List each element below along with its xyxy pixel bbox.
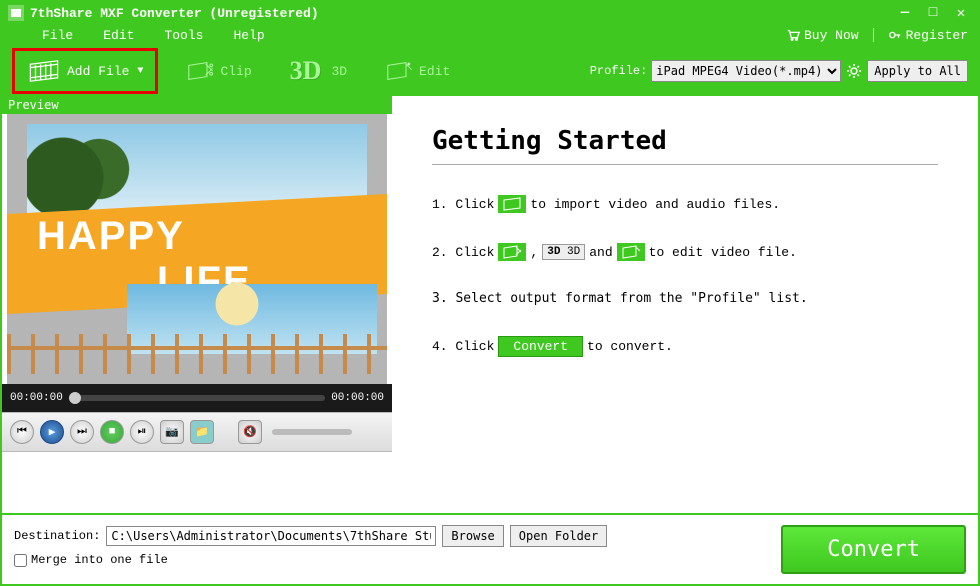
profile-label: Profile: xyxy=(590,64,648,78)
convert-button[interactable]: Convert xyxy=(781,525,966,574)
edit-label: Edit xyxy=(419,64,450,79)
merge-label: Merge into one file xyxy=(31,553,168,567)
apply-to-all-button[interactable]: Apply to All xyxy=(867,60,968,82)
buy-now-link[interactable]: Buy Now xyxy=(786,28,859,43)
mini-3d-icon: 3D 3D xyxy=(542,244,585,260)
toolbar: Add File ▼ Clip 3D 3D Edit Profile: iPad… xyxy=(2,46,978,96)
getting-started-title: Getting Started xyxy=(432,126,938,165)
clip-label: Clip xyxy=(220,64,251,79)
mute-button[interactable]: 🔇 xyxy=(238,420,262,444)
menubar: File Edit Tools Help Buy Now Register xyxy=(2,24,978,46)
player-controls: ⏮ ▶ ⏭ ■ ⏯ 📷 📁 🔇 xyxy=(2,412,392,452)
clip-button[interactable]: Clip xyxy=(176,53,261,89)
film-icon xyxy=(27,59,61,83)
titlebar: 7thShare MXF Converter (Unregistered) — … xyxy=(2,2,978,24)
window-title: 7thShare MXF Converter (Unregistered) xyxy=(30,6,319,21)
play-button[interactable]: ▶ xyxy=(40,420,64,444)
3d-icon: 3D xyxy=(290,56,322,86)
3d-label: 3D xyxy=(331,64,347,79)
minimize-button[interactable]: — xyxy=(894,5,916,21)
gs-step-2: 2. Click , 3D 3D and to edit video file. xyxy=(432,243,938,261)
gs-step-4: 4. Click Convert to convert. xyxy=(432,336,938,357)
menu-help[interactable]: Help xyxy=(233,28,264,43)
getting-started-panel: Getting Started 1. Click to import video… xyxy=(392,96,978,513)
edit-button[interactable]: Edit xyxy=(375,53,460,89)
separator xyxy=(873,28,874,42)
mini-edit-icon xyxy=(617,243,645,261)
wand-icon xyxy=(385,59,413,83)
menu-file[interactable]: File xyxy=(42,28,73,43)
close-button[interactable]: ✕ xyxy=(950,5,972,21)
dropdown-icon: ▼ xyxy=(137,66,143,77)
timeline: 00:00:00 00:00:00 xyxy=(2,384,392,412)
cart-icon xyxy=(786,28,800,42)
scissors-icon xyxy=(186,59,214,83)
time-end: 00:00:00 xyxy=(331,392,384,404)
volume-slider[interactable] xyxy=(272,429,352,435)
menu-edit[interactable]: Edit xyxy=(103,28,134,43)
prev-button[interactable]: ⏮ xyxy=(10,420,34,444)
time-start: 00:00:00 xyxy=(10,392,63,404)
key-icon xyxy=(888,28,902,42)
app-window: 7thShare MXF Converter (Unregistered) — … xyxy=(0,0,980,586)
mini-film-icon xyxy=(498,195,526,213)
menu-tools[interactable]: Tools xyxy=(164,28,203,43)
profile-select[interactable]: iPad MPEG4 Video(*.mp4) xyxy=(651,60,841,82)
next-button[interactable]: ⏭ xyxy=(70,420,94,444)
destination-label: Destination: xyxy=(14,529,100,543)
folder-button[interactable]: 📁 xyxy=(190,420,214,444)
gs-step-1: 1. Click to import video and audio files… xyxy=(432,195,938,213)
mini-convert-button: Convert xyxy=(498,336,583,357)
mini-clip-icon xyxy=(498,243,526,261)
step-button[interactable]: ⏯ xyxy=(130,420,154,444)
3d-button[interactable]: 3D 3D xyxy=(280,50,357,92)
preview-column: Preview HAPPY LIFE 00:00:00 00:00:00 ⏮ ▶… xyxy=(2,96,392,513)
app-icon xyxy=(8,5,24,21)
browse-button[interactable]: Browse xyxy=(442,525,503,547)
preview-image: HAPPY LIFE xyxy=(7,114,387,384)
register-label: Register xyxy=(906,28,968,43)
preview-text-happy: HAPPY xyxy=(37,214,185,259)
open-folder-button[interactable]: Open Folder xyxy=(510,525,607,547)
preview-label: Preview xyxy=(2,96,392,114)
snapshot-button[interactable]: 📷 xyxy=(160,420,184,444)
add-file-label: Add File xyxy=(67,64,129,79)
stop-button[interactable]: ■ xyxy=(100,420,124,444)
bottom-bar: Destination: Browse Open Folder Merge in… xyxy=(2,513,978,584)
register-link[interactable]: Register xyxy=(888,28,968,43)
main-area: Preview HAPPY LIFE 00:00:00 00:00:00 ⏮ ▶… xyxy=(2,96,978,513)
merge-checkbox[interactable] xyxy=(14,554,27,567)
seek-slider[interactable] xyxy=(69,395,325,401)
destination-input[interactable] xyxy=(106,526,436,546)
settings-icon[interactable] xyxy=(845,62,863,80)
add-file-button[interactable]: Add File ▼ xyxy=(12,48,158,94)
gs-step-3: 3. Select output format from the "Profil… xyxy=(432,291,938,306)
maximize-button[interactable]: □ xyxy=(922,5,944,21)
buy-now-label: Buy Now xyxy=(804,28,859,43)
